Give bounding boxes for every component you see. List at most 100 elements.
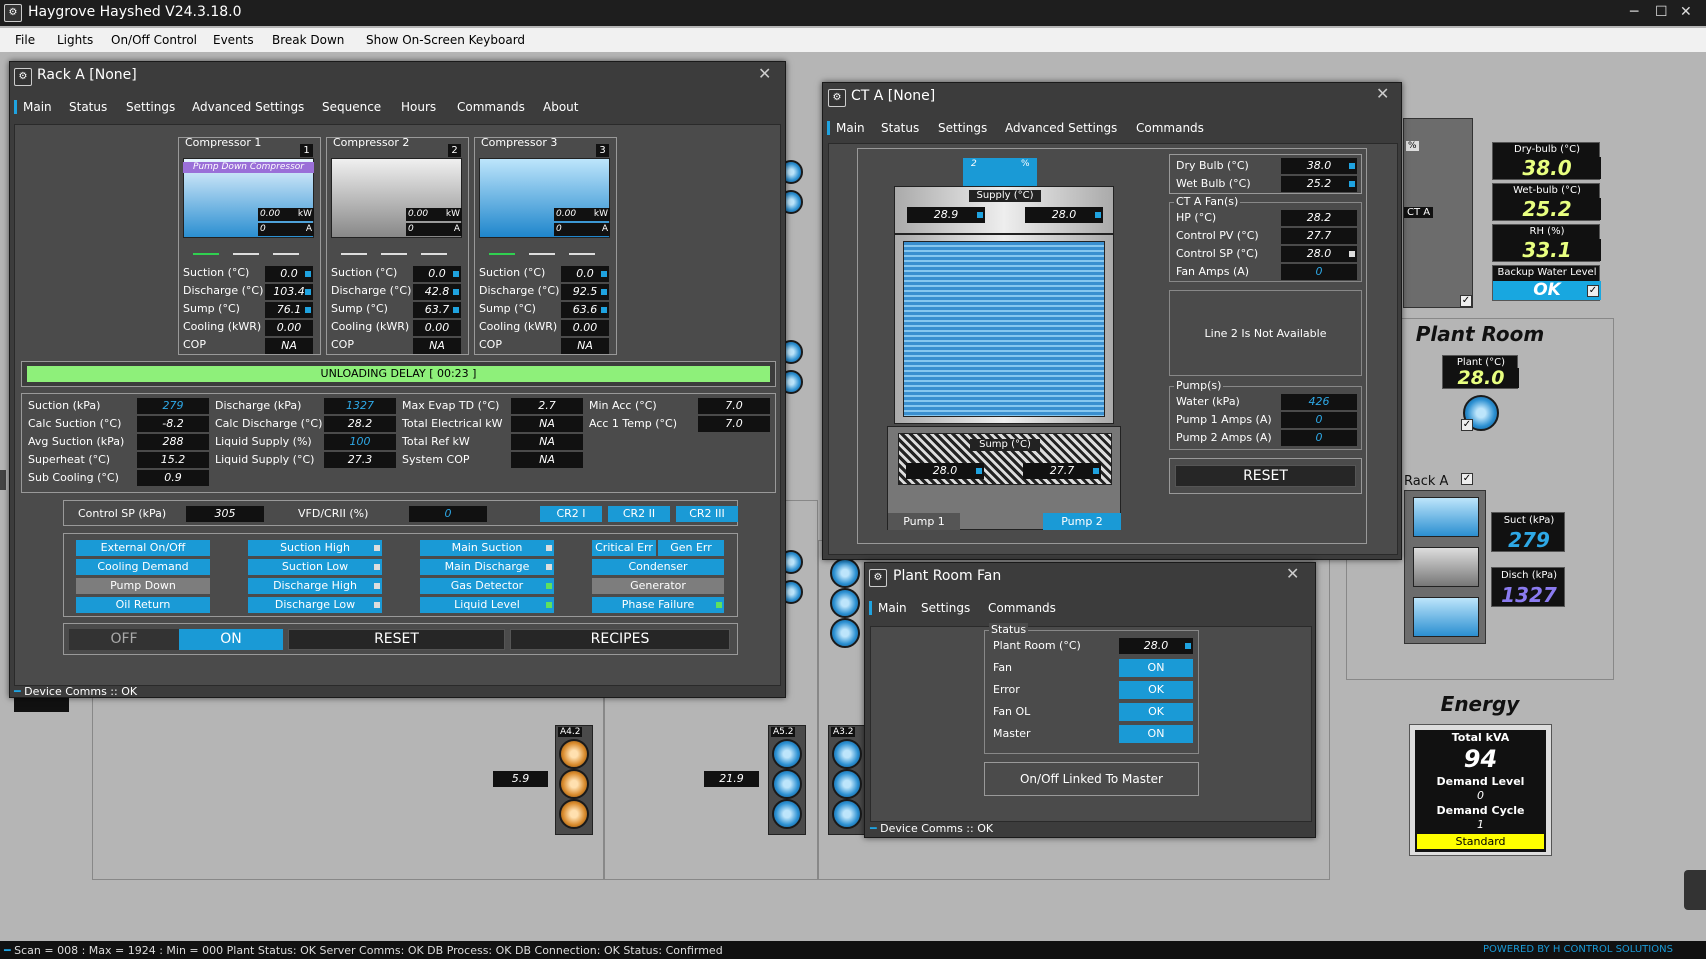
tab-about[interactable]: About: [543, 100, 578, 114]
menu-file[interactable]: File: [15, 33, 35, 47]
vfd-label: VFD/CRII (%): [298, 507, 369, 520]
tab-status[interactable]: Status: [881, 121, 919, 135]
status-oil-return[interactable]: Oil Return: [76, 597, 210, 613]
menu-onoff-control[interactable]: On/Off Control: [111, 33, 197, 47]
ct-mini-check[interactable]: ✓: [1460, 295, 1472, 307]
hp-label: HP (°C): [1176, 211, 1217, 224]
backup-water-check[interactable]: ✓: [1587, 285, 1599, 297]
wet-bulb-value: 25.2: [1281, 176, 1357, 192]
status-condenser[interactable]: Condenser: [592, 559, 724, 575]
ct-a-tabs: Main Status Settings Advanced Settings C…: [823, 119, 1403, 139]
rack-a-mini-label: Rack A: [1404, 474, 1449, 489]
fan-bank-label: A5.2: [771, 727, 796, 737]
tab-main[interactable]: Main: [869, 601, 907, 615]
recipes-button[interactable]: RECIPES: [510, 629, 730, 650]
menu-break-down[interactable]: Break Down: [272, 33, 344, 47]
tab-commands[interactable]: Commands: [1136, 121, 1204, 135]
side-handle-icon[interactable]: [1684, 870, 1706, 910]
status-pump-down[interactable]: Pump Down: [76, 578, 210, 594]
close-icon[interactable]: ✕: [1680, 4, 1692, 20]
left-handle[interactable]: [0, 470, 6, 490]
tab-status[interactable]: Status: [69, 100, 107, 114]
compressor-card[interactable]: Compressor 3 3 0.00 kW 0A Suction (°C) 0.…: [474, 136, 617, 355]
tab-settings[interactable]: Settings: [921, 601, 970, 615]
status-gas-detector[interactable]: Gas Detector: [420, 578, 554, 594]
status-generator[interactable]: Generator: [592, 578, 724, 594]
compressor-number: 2: [448, 144, 461, 157]
suction-text: 0.0: [428, 267, 446, 280]
status-main-discharge[interactable]: Main Discharge: [420, 559, 554, 575]
plant-fan-close-icon[interactable]: ✕: [1286, 564, 1299, 583]
status-external-onoff[interactable]: External On/Off: [76, 540, 210, 556]
tab-commands[interactable]: Commands: [988, 601, 1056, 615]
tab-advanced-settings[interactable]: Advanced Settings: [1005, 121, 1117, 135]
tab-main[interactable]: Main: [827, 121, 865, 135]
off-button[interactable]: OFF: [69, 629, 179, 650]
status-discharge-high[interactable]: Discharge High: [248, 578, 382, 594]
rack-a-mini[interactable]: [1404, 490, 1486, 644]
compressor-kw: 0.00 kW: [554, 208, 610, 221]
rack-a-check[interactable]: ✓: [1461, 473, 1473, 485]
control-sp-value[interactable]: 28.0: [1281, 246, 1357, 262]
cr2-iii-button[interactable]: CR2 III: [676, 506, 738, 522]
compressor-kw-value: 0.00: [556, 209, 577, 219]
stage-indicator: [193, 253, 219, 255]
sump-label: Sump (°C): [331, 302, 388, 315]
menu-onscreen-keyboard[interactable]: Show On-Screen Keyboard: [366, 33, 525, 47]
menu-lights[interactable]: Lights: [57, 33, 93, 47]
cr2-i-button[interactable]: CR2 I: [540, 506, 602, 522]
fan-bank-a42[interactable]: A4.2: [555, 725, 593, 835]
status-gen-err[interactable]: Gen Err: [658, 540, 724, 556]
status-liquid-level[interactable]: Liquid Level: [420, 597, 554, 613]
status-discharge-low[interactable]: Discharge Low: [248, 597, 382, 613]
plant-fan-tabs: Main Settings Commands: [865, 599, 1317, 619]
ct-fan[interactable]: 2 %: [963, 158, 1037, 186]
compressor-card[interactable]: Compressor 1 1 Pump Down Compressor 0.00…: [178, 136, 321, 355]
discharge-text: 42.8: [424, 285, 450, 298]
reset-button[interactable]: RESET: [288, 629, 505, 650]
tab-settings[interactable]: Settings: [938, 121, 987, 135]
tab-sequence[interactable]: Sequence: [322, 100, 381, 114]
control-row: Control SP (kPa) 305 VFD/CRII (%) 0 CR2 …: [63, 500, 738, 526]
tab-advanced-settings[interactable]: Advanced Settings: [192, 100, 304, 114]
status-cooling-demand[interactable]: Cooling Demand: [76, 559, 210, 575]
compressor-number: 3: [596, 144, 609, 157]
fan-bank-a52[interactable]: A5.2: [768, 725, 806, 835]
status-main-suction[interactable]: Main Suction: [420, 540, 554, 556]
tab-main[interactable]: Main: [14, 100, 52, 114]
compressor-kw: 0.00 kW: [258, 208, 314, 221]
control-sp-input[interactable]: 305: [186, 506, 264, 522]
ct-a-mini[interactable]: % CT A ✓: [1403, 118, 1473, 308]
ct-a-close-icon[interactable]: ✕: [1376, 84, 1389, 103]
ct-a-window: ⚙ CT A [None] ✕ Main Status Settings Adv…: [822, 82, 1402, 560]
wet-bulb-text: 25.2: [1306, 177, 1332, 190]
energy-panel: Total kVA 94 Demand Level 0 Demand Cycle…: [1409, 724, 1552, 856]
minimize-icon[interactable]: ─: [1630, 4, 1638, 20]
param-suction-kpa: 279: [137, 398, 209, 414]
status-critical-err[interactable]: Critical Err: [592, 540, 656, 556]
status-phase-failure[interactable]: Phase Failure: [592, 597, 724, 613]
tab-settings[interactable]: Settings: [126, 100, 175, 114]
on-button[interactable]: ON: [179, 629, 283, 650]
rh-value: 33.1: [1493, 239, 1601, 261]
maximize-icon[interactable]: ☐: [1655, 4, 1668, 20]
tab-hours[interactable]: Hours: [401, 100, 436, 114]
fan-bank-a32[interactable]: A3.2: [828, 725, 866, 835]
ct-reset-button[interactable]: RESET: [1175, 465, 1356, 487]
pump-2-button[interactable]: Pump 2: [1043, 513, 1121, 530]
tab-commands[interactable]: Commands: [457, 100, 525, 114]
disch-value: 1327: [1501, 583, 1557, 607]
status-suction-high[interactable]: Suction High: [248, 540, 382, 556]
menu-events[interactable]: Events: [213, 33, 254, 47]
sump-text: 27.7: [1049, 464, 1075, 477]
rack-a-close-icon[interactable]: ✕: [758, 64, 771, 83]
cr2-ii-button[interactable]: CR2 II: [608, 506, 670, 522]
pumps-group-label: Pump(s): [1174, 379, 1224, 392]
pump-1-button[interactable]: Pump 1: [888, 513, 960, 530]
powered-by-text: POWERED BY H CONTROL SOLUTIONS: [1483, 944, 1673, 955]
compressor-amps-value: 0: [260, 224, 266, 234]
compressor-card[interactable]: Compressor 2 2 0.00 kW 0A Suction (°C) 0.…: [326, 136, 469, 355]
window-logo-icon: ⚙: [14, 68, 32, 86]
status-suction-low[interactable]: Suction Low: [248, 559, 382, 575]
plant-fan-check[interactable]: ✓: [1461, 419, 1473, 431]
